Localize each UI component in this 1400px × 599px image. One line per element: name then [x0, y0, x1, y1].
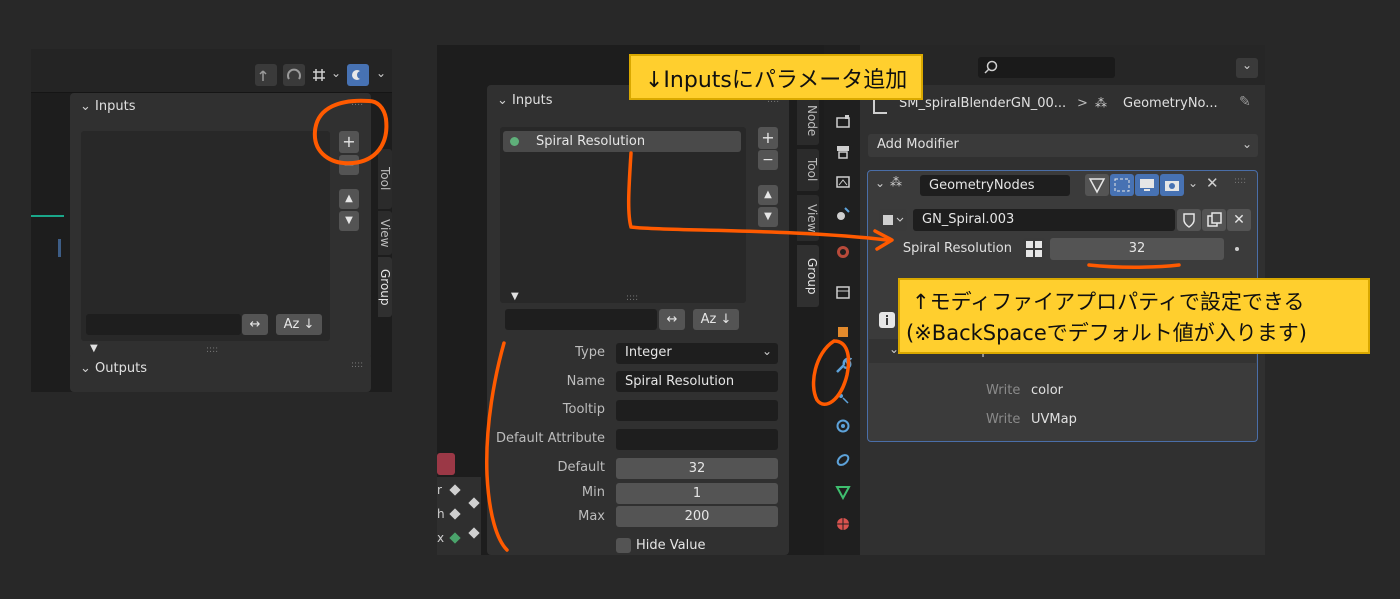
outputs-panel-header[interactable]: ⌄ Outputs: [80, 361, 147, 376]
node-socket: [58, 239, 61, 257]
inputs-panel-header[interactable]: ⌄ Inputs: [80, 99, 135, 114]
top-annotation-note: ↓Inputsにパラメータ追加: [629, 54, 923, 100]
inputs-header-label: Inputs: [95, 99, 136, 114]
tab-view-label: View: [378, 218, 392, 248]
parent-icon[interactable]: [255, 64, 277, 86]
filter-input[interactable]: [86, 314, 241, 335]
tab-group-label: Group: [378, 268, 392, 306]
chevron-down-icon: ⌄: [80, 361, 96, 376]
bottom-annotation-line2: (※BackSpaceでデフォルト値が入ります): [906, 321, 1307, 345]
chevron-down-icon[interactable]: ⌄: [331, 66, 341, 80]
chevron-down-icon[interactable]: ⌄: [376, 66, 386, 80]
node-canvas[interactable]: [31, 93, 68, 392]
node-link: [31, 215, 64, 217]
tab-tool-label: Tool: [378, 167, 392, 191]
tab-view[interactable]: View: [378, 211, 392, 255]
chevron-down-icon: ⌄: [80, 99, 96, 114]
move-down-button[interactable]: ▼: [339, 211, 359, 231]
bottom-annotation-line1: ↑モディファイアプロパティで設定できる: [912, 290, 1305, 314]
snap-icon[interactable]: [283, 64, 305, 86]
outputs-header-label: Outputs: [95, 361, 147, 376]
tab-group[interactable]: Group: [378, 257, 392, 317]
grid-snap-icon[interactable]: [309, 64, 331, 86]
sort-alpha-button[interactable]: Az ↓: [276, 314, 322, 335]
top-annotation-text: ↓Inputsにパラメータ追加: [645, 68, 908, 93]
reverse-order-button[interactable]: ↔: [242, 314, 268, 335]
overlay-icon[interactable]: [347, 64, 369, 86]
highlight-circle: [312, 98, 389, 166]
inputs-list[interactable]: [81, 131, 330, 341]
move-up-button[interactable]: ▲: [339, 189, 359, 209]
outputs-panel: ⌄ Outputs ::::: [70, 353, 371, 392]
bottom-annotation-note: ↑モディファイアプロパティで設定できる (※BackSpaceでデフォルト値が入…: [898, 278, 1370, 354]
grip-handle[interactable]: ::::: [351, 360, 363, 370]
header-bar: ⌄ ⌄: [31, 49, 392, 93]
left-screenshot: ⌄ ⌄ ⌄ Inputs :::: ▼ :::: + − ▲ ▼ ↔ Az ↓ …: [31, 49, 392, 392]
